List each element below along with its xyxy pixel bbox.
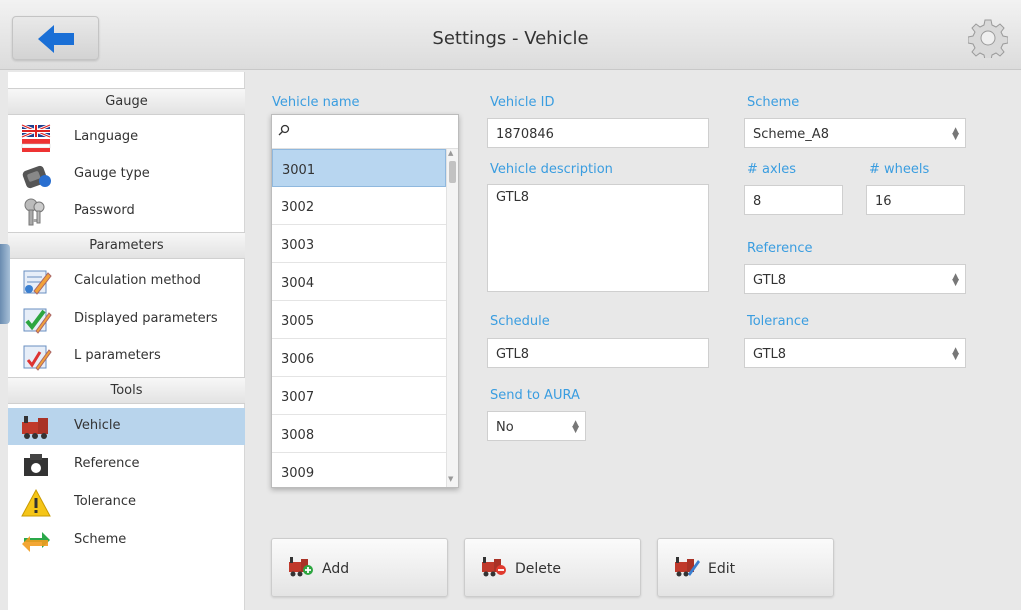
page-title: Settings - Vehicle: [432, 28, 589, 49]
select-arrows-icon: ▲ ▼: [952, 126, 959, 142]
sidebar-item-password[interactable]: Password: [8, 193, 245, 230]
sidebar-item-vehicle[interactable]: Vehicle: [8, 408, 245, 445]
sidebar-item-language[interactable]: Language: [8, 119, 245, 156]
schedule-label: Schedule: [490, 314, 550, 329]
search-icon: [278, 124, 290, 136]
sidebar-item-gauge-type[interactable]: Gauge type: [8, 156, 245, 193]
select-arrows-icon: ▲ ▼: [952, 272, 959, 288]
scheme-value: Scheme_A8: [753, 127, 829, 142]
scroll-down-icon[interactable]: ▼: [448, 475, 453, 483]
checklist-icon: [23, 308, 52, 334]
sidebar-item-label: Displayed parameters: [74, 311, 218, 326]
train-edit-icon: [675, 557, 700, 577]
edit-button-label: Edit: [708, 561, 736, 577]
flag-icon: [21, 123, 51, 152]
sidebar-item-tolerance[interactable]: Tolerance: [8, 484, 245, 521]
sidebar-section-parameters: Parameters: [8, 232, 245, 259]
scheme-label: Scheme: [747, 95, 800, 110]
scroll-thumb[interactable]: [449, 161, 456, 183]
axles-label: # axles: [747, 162, 797, 177]
sidebar-item-label: Password: [74, 203, 135, 218]
vehicle-list-item[interactable]: 3001: [272, 149, 446, 187]
send-to-aura-select[interactable]: No ▲ ▼: [487, 411, 586, 441]
vehicle-list-item[interactable]: 3002: [272, 187, 446, 225]
train-add-icon: [289, 557, 313, 577]
sidebar-item-displayed-parameters[interactable]: Displayed parameters: [8, 301, 245, 338]
reference-icon: [24, 454, 48, 476]
sidebar-item-label: Vehicle: [74, 418, 121, 433]
vehicle-list-item[interactable]: 3003: [272, 225, 446, 263]
vehicle-name-label: Vehicle name: [272, 95, 360, 110]
axles-field[interactable]: 8: [744, 185, 843, 215]
scheme-select[interactable]: Scheme_A8 ▲ ▼: [744, 118, 966, 148]
sidebar-drag-handle[interactable]: [0, 244, 10, 324]
delete-button-label: Delete: [515, 561, 561, 577]
sidebar-item-label: Gauge type: [74, 166, 150, 181]
reference-label: Reference: [747, 241, 813, 256]
sidebar-item-label: Scheme: [74, 532, 127, 547]
tolerance-value: GTL8: [753, 347, 787, 362]
send-to-aura-label: Send to AURA: [490, 388, 580, 403]
vehicle-list: 3001 3002 3003 3004 3005 3006 3007 3008 …: [271, 114, 459, 488]
sidebar: Gauge Language Gauge type Password Param…: [8, 72, 245, 610]
vehicle-list-item[interactable]: 3004: [272, 263, 446, 301]
tolerance-select[interactable]: GTL8 ▲ ▼: [744, 338, 966, 368]
sidebar-item-l-parameters[interactable]: L parameters: [8, 338, 245, 375]
warning-icon: [21, 488, 51, 517]
vehicle-description-label: Vehicle description: [490, 162, 613, 177]
sidebar-item-scheme[interactable]: Scheme: [8, 522, 245, 559]
vehicle-list-item[interactable]: 3007: [272, 377, 446, 415]
sidebar-item-label: Reference: [74, 456, 140, 471]
vehicle-list-item[interactable]: 3005: [272, 301, 446, 339]
keys-icon: [24, 198, 45, 226]
select-arrows-icon: ▲ ▼: [572, 419, 579, 435]
train-delete-icon: [482, 557, 506, 577]
vehicle-list-scrollbar[interactable]: ▲ ▼: [446, 149, 458, 487]
sidebar-item-label: Tolerance: [74, 494, 136, 509]
sidebar-section-tools: Tools: [8, 377, 245, 404]
sidebar-item-reference[interactable]: Reference: [8, 446, 245, 483]
vehicle-id-label: Vehicle ID: [490, 95, 555, 110]
swap-arrows-icon: [22, 532, 50, 552]
vehicle-list-item[interactable]: 3006: [272, 339, 446, 377]
header-bar: Settings - Vehicle: [0, 0, 1021, 70]
add-button[interactable]: Add: [271, 538, 448, 597]
train-icon: [22, 416, 48, 439]
sidebar-item-calculation-method[interactable]: Calculation method: [8, 263, 245, 300]
vehicle-list-item[interactable]: 3009: [272, 453, 446, 487]
sidebar-item-label: L parameters: [74, 348, 161, 363]
sidebar-item-label: Calculation method: [74, 273, 201, 288]
gauge-device-icon: [22, 165, 51, 189]
edit-list-icon: [23, 345, 52, 371]
select-arrows-icon: ▲ ▼: [952, 346, 959, 362]
send-to-aura-value: No: [496, 420, 514, 435]
vehicle-search-input[interactable]: [272, 115, 458, 149]
vehicle-id-field[interactable]: 1870846: [487, 118, 709, 148]
vehicle-list-item[interactable]: 3008: [272, 415, 446, 453]
add-button-label: Add: [322, 561, 350, 577]
calculation-icon: [23, 270, 52, 295]
sidebar-section-gauge: Gauge: [8, 88, 245, 115]
scroll-up-icon[interactable]: ▲: [448, 149, 453, 157]
tolerance-label: Tolerance: [747, 314, 809, 329]
edit-button[interactable]: Edit: [657, 538, 834, 597]
schedule-field[interactable]: GTL8: [487, 338, 709, 368]
wheels-label: # wheels: [869, 162, 930, 177]
reference-value: GTL8: [753, 273, 787, 288]
vehicle-description-field[interactable]: GTL8: [487, 184, 709, 292]
delete-button[interactable]: Delete: [464, 538, 641, 597]
gear-icon[interactable]: [968, 18, 1008, 58]
reference-select[interactable]: GTL8 ▲ ▼: [744, 264, 966, 294]
sidebar-item-label: Language: [74, 129, 139, 144]
wheels-field[interactable]: 16: [866, 185, 965, 215]
